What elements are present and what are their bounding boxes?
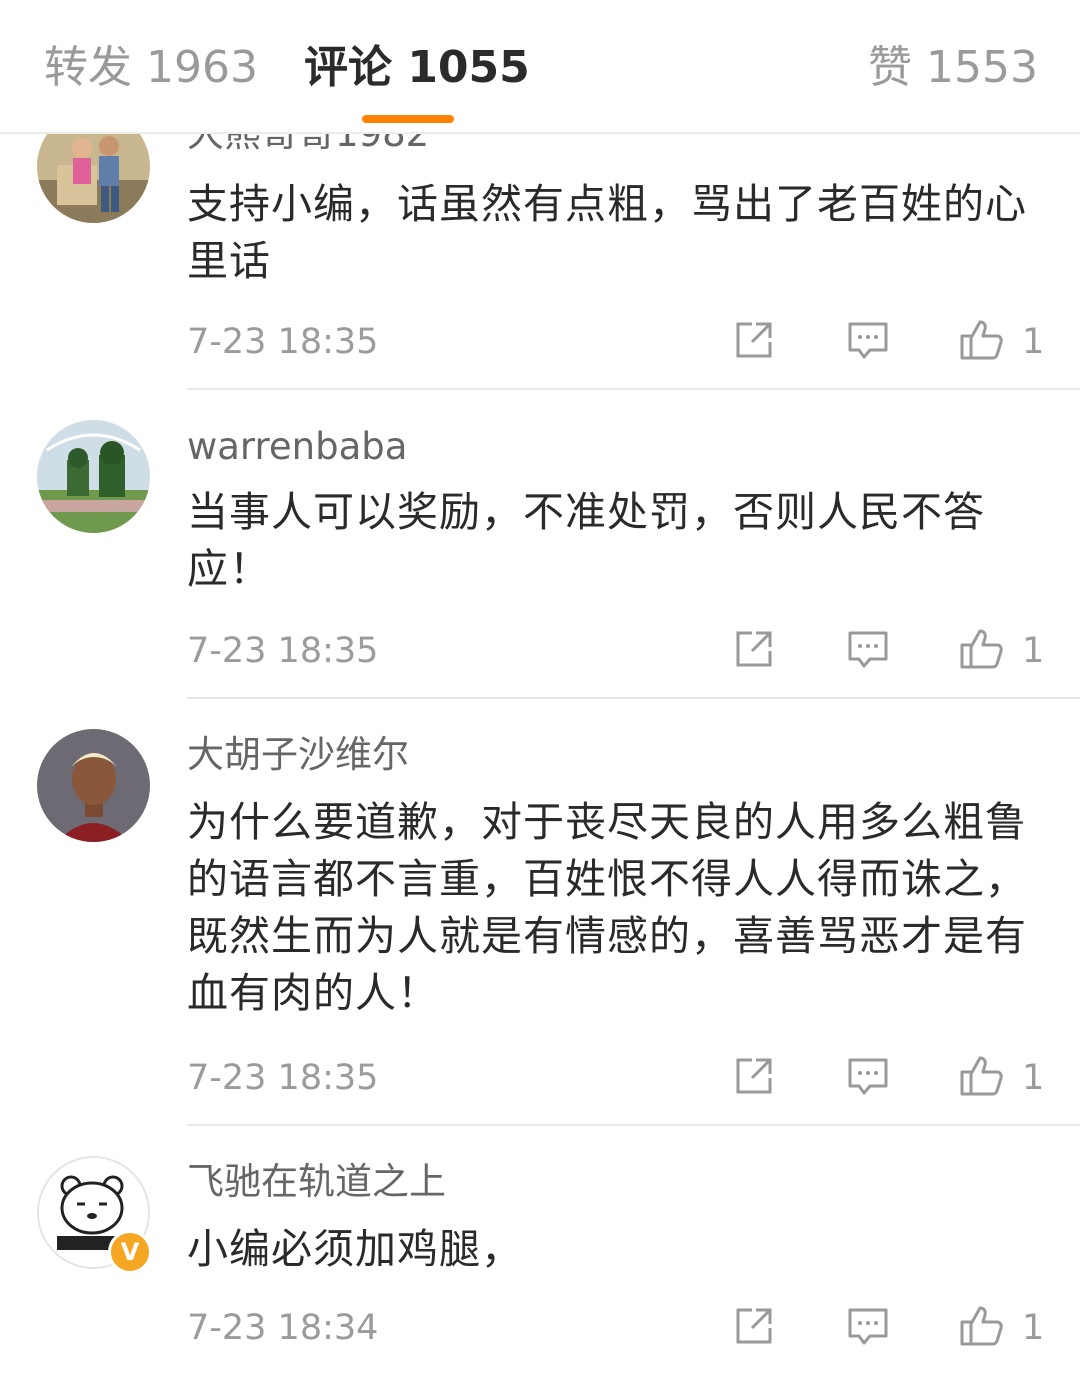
avatar[interactable] (37, 729, 150, 842)
thumbs-up-icon[interactable] (958, 1052, 1003, 1096)
divider (187, 1124, 1080, 1126)
share-icon[interactable] (732, 1054, 776, 1098)
verified-badge-icon: V (108, 1230, 152, 1274)
tab-repost[interactable]: 转发 1963 (44, 38, 258, 98)
comment-tabs-bar: 转发 1963 评论 1055 赞 1553 (0, 0, 1080, 134)
like-count: 1 (1022, 631, 1045, 671)
tab-likes[interactable]: 赞 1553 (868, 38, 1038, 98)
like-count: 1 (1022, 322, 1045, 362)
comment-icon[interactable] (846, 1054, 890, 1098)
username[interactable]: warrenbaba (187, 425, 407, 469)
timestamp: 7-23 18:35 (187, 631, 379, 671)
divider (187, 697, 1080, 699)
like-count: 1 (1022, 1058, 1045, 1098)
timestamp: 7-23 18:34 (187, 1308, 379, 1348)
comment-text: 支持小编，话虽然有点粗，骂出了老百姓的心里话 (187, 180, 1027, 285)
username[interactable]: 大胡子沙维尔 (187, 733, 409, 777)
comment-icon[interactable] (846, 1304, 890, 1348)
share-icon[interactable] (732, 627, 776, 671)
like-count: 1 (1022, 1308, 1045, 1348)
active-tab-indicator (362, 115, 454, 123)
comment-text: 为什么要道歉，对于丧尽天良的人用多么粗鲁的语言都不言重，百姓恨不得人人得而诛之，… (187, 798, 1027, 1017)
tab-comments[interactable]: 评论 1055 (304, 38, 530, 98)
divider (187, 388, 1080, 390)
username[interactable]: 飞驰在轨道之上 (187, 1160, 446, 1204)
share-icon[interactable] (732, 1304, 776, 1348)
comment-icon[interactable] (846, 318, 890, 362)
comment-text: 当事人可以奖励，不准处罚，否则人民不答应！ (187, 488, 985, 593)
thumbs-up-icon[interactable] (958, 1302, 1003, 1346)
thumbs-up-icon[interactable] (958, 316, 1003, 360)
avatar[interactable] (37, 420, 150, 533)
timestamp: 7-23 18:35 (187, 322, 379, 362)
thumbs-up-icon[interactable] (958, 625, 1003, 669)
share-icon[interactable] (732, 318, 776, 362)
timestamp: 7-23 18:35 (187, 1058, 379, 1098)
comment-icon[interactable] (846, 627, 890, 671)
comment-text: 小编必须加鸡腿， (187, 1225, 523, 1273)
